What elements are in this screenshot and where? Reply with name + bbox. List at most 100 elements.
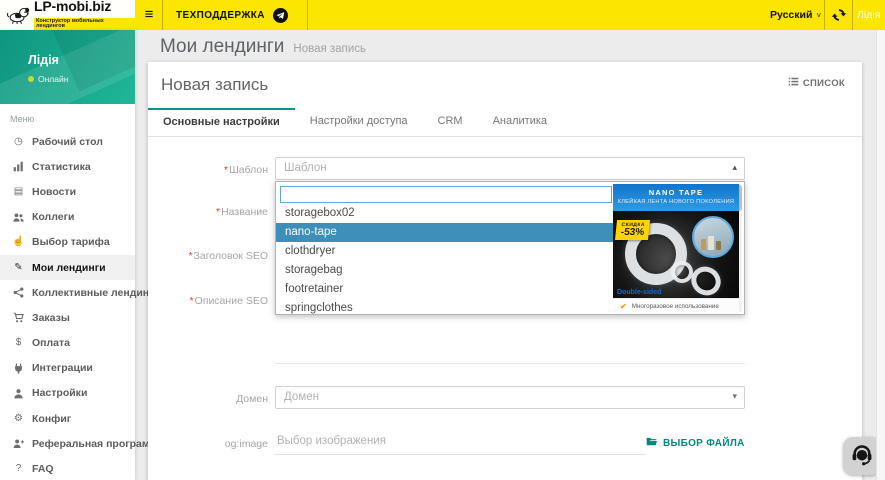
support-link[interactable]: ТЕХПОДДЕРЖКА [176, 0, 288, 30]
topbar-divider [307, 0, 308, 30]
sidebar-item-label: Мои лендинги [32, 262, 106, 274]
field-label-seo-description: *Описание SEO [68, 295, 268, 307]
chevron-down-icon: ˅ [816, 11, 821, 20]
sidebar-item-integrations[interactable]: Интеграции [0, 356, 135, 381]
profile-status: Онлайн [28, 74, 68, 84]
faq-icon: ? [11, 464, 26, 474]
sidebar-item-label: Конфиг [32, 413, 71, 425]
preview-caption: Double-sided [617, 289, 661, 296]
dropdown-search-input[interactable] [280, 186, 612, 203]
sidebar-item-label: Заказы [32, 312, 70, 324]
logo-title: LP-mobi.biz [34, 0, 111, 14]
topbar-divider [824, 0, 825, 30]
field-label-template: *Шаблон [68, 164, 268, 176]
field-label-domain: Домен [68, 393, 268, 405]
card-title: Новая запись [161, 75, 268, 95]
dropdown-option[interactable]: springclothes [276, 299, 613, 318]
dropdown-option[interactable]: nano-tape [276, 223, 613, 242]
logo[interactable]: LP-mobi.biz Конструктор мобильных лендин… [0, 0, 135, 30]
dropdown-option[interactable]: clothdryer [276, 242, 613, 261]
sidebar-item-orders[interactable]: Заказы [0, 305, 135, 330]
dropdown-options: storagebox02nano-tapeclothdryerstorageba… [276, 204, 613, 318]
field-label-name: *Название [68, 206, 268, 218]
page-title: Мои лендинги [160, 36, 284, 58]
stats-icon [11, 161, 26, 172]
dashboard-icon: ◷ [11, 137, 26, 147]
language-label: Русский [770, 9, 812, 21]
app-root: LP-mobi.biz Конструктор мобильных лендин… [0, 0, 885, 480]
profile-panel: Лідія Онлайн [0, 30, 135, 104]
list-button[interactable]: СПИСОК [788, 74, 845, 92]
sidebar-item-label: Оплата [32, 337, 70, 349]
dropdown-option[interactable]: footretainer [276, 280, 613, 299]
caret-down-icon: ▾ [732, 391, 737, 402]
dropdown-option[interactable]: storagebag [276, 261, 613, 280]
headset-icon [850, 442, 874, 471]
topbar-divider [852, 0, 853, 30]
template-select-placeholder: Шаблон [284, 162, 327, 174]
logo-subtitle: Конструктор мобильных лендингов [34, 18, 135, 31]
refresh-button[interactable] [831, 7, 847, 23]
hamburger-button[interactable]: ≡ [139, 5, 159, 25]
preview-title: NANO TAPE [613, 188, 739, 197]
online-status-dot [28, 76, 34, 82]
list-icon [788, 74, 799, 92]
sidebar-item-news[interactable]: ▤ Новости [0, 179, 135, 204]
colleagues-icon [11, 212, 26, 223]
sidebar-item-label: FAQ [32, 463, 54, 475]
check-icon: ✔ [620, 302, 627, 311]
landings-icon: ✎ [11, 263, 26, 273]
sidebar-item-label: Рабочий стол [32, 136, 103, 148]
sidebar-item-desktop[interactable]: ◷ Рабочий стол [0, 129, 135, 154]
sidebar-item-payment[interactable]: $ Оплата [0, 331, 135, 356]
preview-feature-row: ✔ Многоразовое использование [613, 298, 739, 314]
og-image-input[interactable] [275, 428, 645, 455]
sidebar-item-faq[interactable]: ? FAQ [0, 456, 135, 480]
tab-crm[interactable]: CRM [423, 108, 478, 136]
tab-access-settings[interactable]: Настройки доступа [295, 108, 423, 136]
integrations-icon [11, 363, 26, 374]
tab-main-settings[interactable]: Основные настройки [148, 108, 295, 136]
referral-icon [11, 438, 26, 449]
dropdown-option[interactable]: storagebox02 [276, 204, 613, 223]
tabs-bar: Основные настройкиНастройки доступаCRMАн… [148, 108, 862, 137]
folder-icon [645, 434, 658, 452]
template-preview: NANO TAPE КЛЕЙКАЯ ЛЕНТА НОВОГО ПОКОЛЕНИЯ… [613, 184, 739, 314]
field-label-seo-title: *Заголовок SEO [68, 250, 268, 262]
seo-description-input-underline [275, 363, 745, 364]
username-menu[interactable]: Лідія [857, 0, 880, 30]
telegram-icon [273, 8, 288, 23]
domain-select-placeholder: Домен [284, 391, 319, 403]
template-select[interactable]: Шаблон ▴ [275, 157, 745, 180]
config-icon: ⚙ [11, 414, 26, 424]
news-icon: ▤ [11, 187, 26, 197]
settings-icon [11, 388, 26, 399]
menu-section-label: Меню [10, 114, 34, 124]
dog-logo-icon [6, 5, 30, 26]
field-label-og-image: og:image [68, 438, 268, 450]
preview-header: NANO TAPE КЛЕЙКАЯ ЛЕНТА НОВОГО ПОКОЛЕНИЯ [613, 184, 739, 211]
page-scrollbar[interactable] [876, 30, 885, 480]
sidebar-item-label: Интеграции [32, 362, 93, 374]
breadcrumb: Новая запись [293, 43, 366, 55]
topbar-divider [162, 0, 163, 30]
page-header: Мои лендинги Новая запись [160, 36, 366, 58]
orders-icon [11, 312, 26, 323]
template-dropdown-panel: storagebox02nano-tapeclothdryerstorageba… [275, 181, 745, 315]
content-card: Новая запись СПИСОК Основные настройкиНа… [148, 62, 862, 480]
caret-up-icon: ▴ [732, 162, 737, 173]
sidebar-item-label: Выбор тарифа [32, 236, 110, 248]
support-label: ТЕХПОДДЕРЖКА [176, 10, 265, 21]
domain-select[interactable]: Домен ▾ [275, 386, 745, 409]
language-select[interactable]: Русский ˅ [770, 0, 821, 30]
preview-subtitle: КЛЕЙКАЯ ЛЕНТА НОВОГО ПОКОЛЕНИЯ [613, 199, 739, 205]
choose-file-button[interactable]: ВЫБОР ФАЙЛА [645, 434, 745, 452]
share-icon [11, 287, 26, 298]
sidebar-item-config[interactable]: ⚙ Конфиг [0, 406, 135, 431]
payment-icon: $ [11, 338, 26, 348]
preview-product-image: СКИДКА -53% Double-sided [613, 211, 739, 298]
tab-analytics[interactable]: Аналитика [478, 108, 562, 136]
sidebar-item-label: Новости [32, 186, 76, 198]
profile-name: Лідія [28, 53, 59, 67]
preview-inset-photo [692, 216, 734, 258]
